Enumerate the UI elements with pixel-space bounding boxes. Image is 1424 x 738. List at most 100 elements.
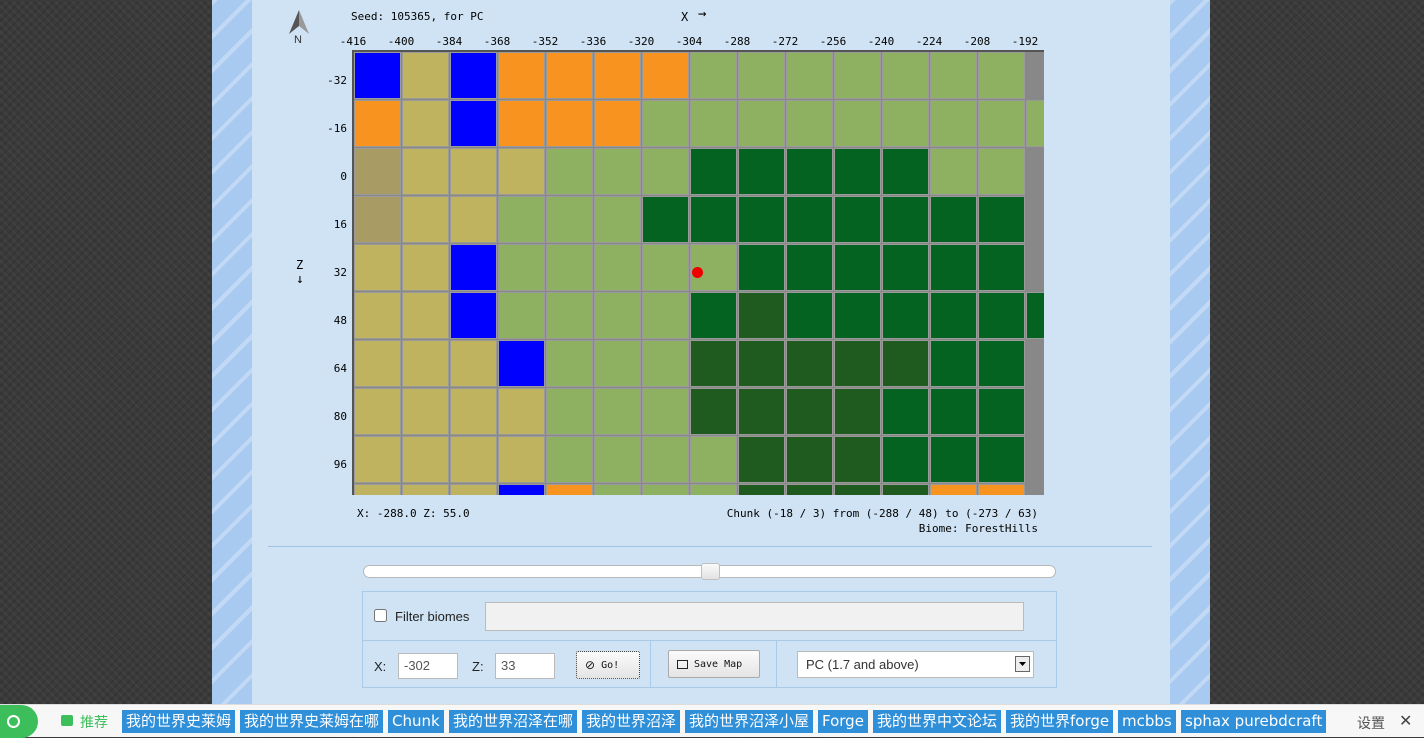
map-cell[interactable] [402,484,449,495]
map-cell[interactable] [546,196,593,243]
map-cell[interactable] [450,388,497,435]
map-cell[interactable] [642,436,689,483]
map-cell[interactable] [402,100,449,147]
map-cell[interactable] [690,388,737,435]
map-cell[interactable] [594,52,641,99]
map-cell[interactable] [402,148,449,195]
map-cell[interactable] [450,340,497,387]
recommended-tag[interactable]: 我的世界forge [1006,710,1114,733]
settings-link[interactable]: 设置 [1357,713,1385,733]
chevron-down-icon[interactable] [1015,656,1030,672]
map-cell[interactable] [834,340,881,387]
map-cell[interactable] [642,292,689,339]
map-cell[interactable] [978,52,1025,99]
recommended-tag[interactable]: 我的世界沼泽 [582,710,681,733]
map-cell[interactable] [642,244,689,291]
map-cell[interactable] [354,148,401,195]
map-cell[interactable] [594,436,641,483]
map-cell[interactable] [930,340,977,387]
map-cell[interactable] [690,340,737,387]
map-cell[interactable] [978,244,1025,291]
map-cell[interactable] [738,436,785,483]
map-cell[interactable] [546,436,593,483]
map-cell[interactable] [594,196,641,243]
map-cell[interactable] [498,292,545,339]
map-cell[interactable] [450,436,497,483]
map-cell[interactable] [402,196,449,243]
map-cell[interactable] [354,292,401,339]
map-cell[interactable] [642,388,689,435]
map-cell[interactable] [642,148,689,195]
map-cell[interactable] [594,244,641,291]
map-cell[interactable] [354,340,401,387]
map-cell[interactable] [738,484,785,495]
go-button[interactable]: ⊘ Go! [576,651,640,679]
map-cell[interactable] [594,292,641,339]
map-cell[interactable] [450,244,497,291]
map-cell[interactable] [402,292,449,339]
save-map-button[interactable]: Save Map [668,650,760,678]
map-cell[interactable] [834,292,881,339]
map-cell[interactable] [882,436,929,483]
map-cell[interactable] [498,436,545,483]
recommended-tag[interactable]: 我的世界史莱姆 [122,710,236,733]
map-cell[interactable] [498,52,545,99]
filter-biomes-checkbox[interactable] [374,609,387,622]
map-cell[interactable] [546,340,593,387]
map-cell[interactable] [354,436,401,483]
x-coordinate-input[interactable]: -302 [398,653,458,679]
map-cell[interactable] [450,100,497,147]
map-cell[interactable] [786,100,833,147]
map-cell[interactable] [354,388,401,435]
map-cell[interactable] [738,148,785,195]
map-cell[interactable] [930,436,977,483]
recommended-tag[interactable]: 我的世界史莱姆在哪 [240,710,384,733]
map-cell[interactable] [642,52,689,99]
map-cell[interactable] [882,52,929,99]
map-cell[interactable] [978,100,1025,147]
map-cell[interactable] [498,340,545,387]
map-cell[interactable] [834,436,881,483]
map-cell[interactable] [978,388,1025,435]
map-cell[interactable] [978,148,1025,195]
map-cell[interactable] [498,100,545,147]
map-cell[interactable] [882,292,929,339]
map-cell[interactable] [786,292,833,339]
map-cell[interactable] [690,484,737,495]
map-cell[interactable] [834,148,881,195]
map-cell[interactable] [402,388,449,435]
map-cell[interactable] [738,340,785,387]
map-cell[interactable] [546,484,593,495]
map-cell[interactable] [1026,292,1044,339]
map-cell[interactable] [498,244,545,291]
map-cell[interactable] [786,340,833,387]
map-cell[interactable] [546,100,593,147]
map-cell[interactable] [642,484,689,495]
map-cell[interactable] [930,196,977,243]
map-cell[interactable] [786,52,833,99]
recommended-tag[interactable]: Chunk [388,710,444,733]
map-cell[interactable] [354,244,401,291]
map-cell[interactable] [690,52,737,99]
map-cell[interactable] [546,52,593,99]
map-cell[interactable] [978,292,1025,339]
map-cell[interactable] [930,388,977,435]
map-cell[interactable] [690,436,737,483]
map-cell[interactable] [402,244,449,291]
map-cell[interactable] [498,196,545,243]
map-cell[interactable] [786,388,833,435]
close-icon[interactable]: ✕ [1399,711,1412,730]
map-cell[interactable] [882,196,929,243]
map-cell[interactable] [642,340,689,387]
map-cell[interactable] [402,52,449,99]
map-cell[interactable] [786,436,833,483]
map-cell[interactable] [594,100,641,147]
map-cell[interactable] [450,484,497,495]
map-cell[interactable] [498,484,545,495]
map-cell[interactable] [738,196,785,243]
recommended-tag[interactable]: 我的世界沼泽小屋 [685,710,814,733]
map-cell[interactable] [786,196,833,243]
map-cell[interactable] [450,52,497,99]
map-cell[interactable] [930,484,977,495]
map-cell[interactable] [930,292,977,339]
